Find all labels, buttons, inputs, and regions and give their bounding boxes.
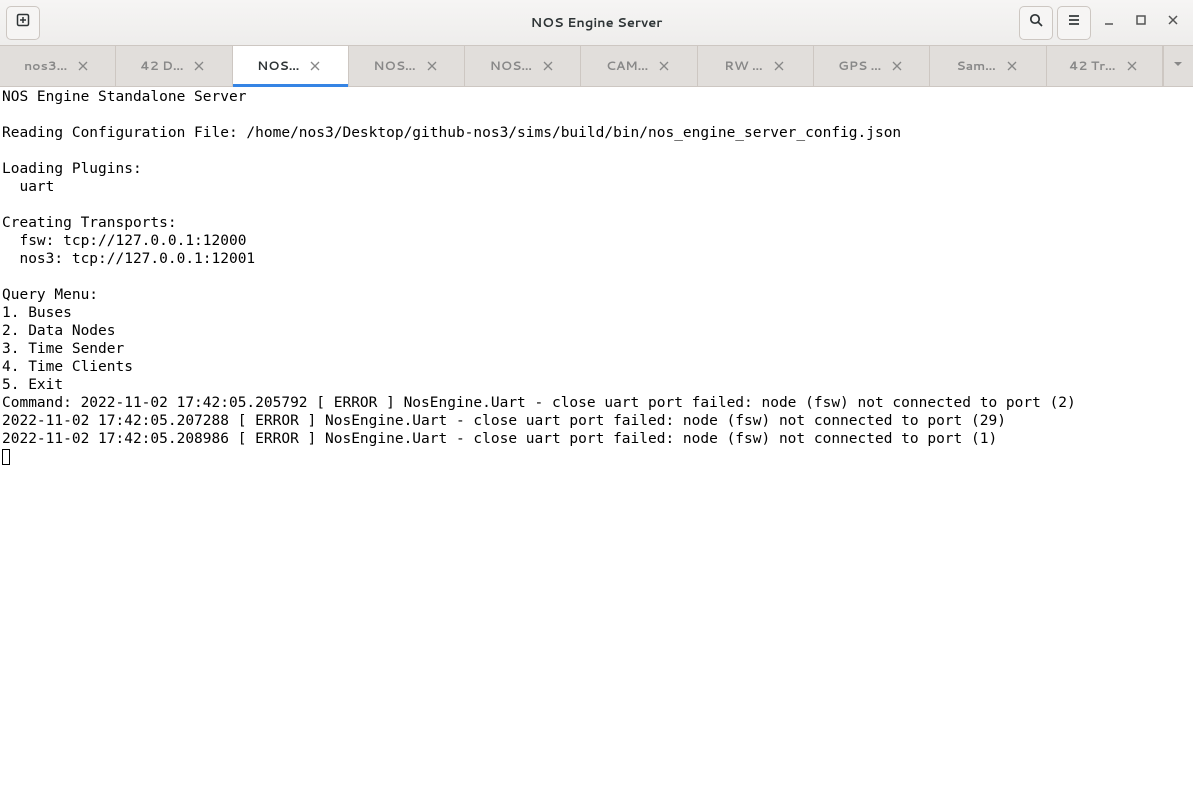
tab-label: RW … [724, 57, 762, 75]
tab-close-icon[interactable] [771, 58, 787, 74]
maximize-icon [1134, 13, 1148, 32]
new-tab-icon [15, 12, 31, 33]
tab-9[interactable]: 42 Tr… [1047, 46, 1163, 86]
minimize-icon [1102, 13, 1116, 32]
tab-label: Sam… [956, 57, 995, 75]
search-icon [1028, 12, 1044, 33]
tab-label: NOS… [373, 57, 415, 75]
tab-3[interactable]: NOS… [349, 46, 465, 86]
tab-close-icon[interactable] [424, 58, 440, 74]
close-icon [1166, 13, 1180, 32]
tab-8[interactable]: Sam… [930, 46, 1046, 86]
tab-label: 42 Tr… [1069, 57, 1115, 75]
terminal-cursor [2, 449, 10, 465]
tab-close-icon[interactable] [540, 58, 556, 74]
window-title: NOS Engine Server [0, 14, 1193, 32]
tab-label: NOS… [257, 57, 299, 75]
tab-label: GPS … [838, 57, 881, 75]
terminal-output[interactable]: NOS Engine Standalone Server Reading Con… [0, 87, 1193, 811]
tab-close-icon[interactable] [75, 58, 91, 74]
tab-7[interactable]: GPS … [814, 46, 930, 86]
tab-label: nos3… [24, 57, 67, 75]
tab-2[interactable]: NOS… [233, 46, 349, 86]
search-button[interactable] [1019, 6, 1053, 40]
hamburger-icon [1066, 12, 1082, 33]
new-tab-button[interactable] [6, 6, 40, 40]
tab-6[interactable]: RW … [698, 46, 814, 86]
tab-label: 42 D… [140, 57, 183, 75]
window-titlebar: NOS Engine Server [0, 0, 1193, 46]
close-window-button[interactable] [1159, 6, 1187, 40]
tab-label: CAM… [606, 57, 648, 75]
tab-strip: nos3… 42 D… NOS… NOS… NOS… CAM… RW … GPS … Sam… 4… [0, 46, 1193, 87]
tab-1[interactable]: 42 D… [116, 46, 232, 86]
tab-close-icon[interactable] [1004, 58, 1020, 74]
chevron-down-icon [1172, 57, 1184, 75]
tab-5[interactable]: CAM… [581, 46, 697, 86]
tab-label: NOS… [490, 57, 532, 75]
tab-4[interactable]: NOS… [465, 46, 581, 86]
tabs-overflow-button[interactable] [1163, 46, 1193, 86]
maximize-button[interactable] [1127, 6, 1155, 40]
tab-close-icon[interactable] [889, 58, 905, 74]
tab-close-icon[interactable] [191, 58, 207, 74]
tab-0[interactable]: nos3… [0, 46, 116, 86]
minimize-button[interactable] [1095, 6, 1123, 40]
tab-close-icon[interactable] [656, 58, 672, 74]
tab-close-icon[interactable] [1124, 58, 1140, 74]
tab-close-icon[interactable] [307, 58, 323, 74]
menu-button[interactable] [1057, 6, 1091, 40]
